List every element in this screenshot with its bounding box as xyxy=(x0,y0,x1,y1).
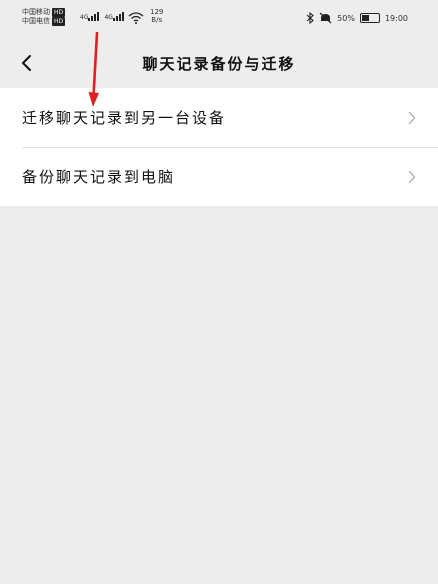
mute-icon xyxy=(319,12,332,24)
carrier-info: 中国移动 HD 中国电信 HD xyxy=(22,8,66,26)
signal-icon: 4G 4G xyxy=(80,12,124,21)
battery-level xyxy=(361,15,369,21)
bluetooth-icon xyxy=(306,12,314,24)
wifi-icon xyxy=(128,12,144,24)
status-right: 50% 19:00 xyxy=(306,12,408,24)
options-list: 迁移聊天记录到另一台设备 备份聊天记录到电脑 xyxy=(0,88,438,206)
network-type-2: 4G xyxy=(104,14,113,21)
backup-to-computer-item[interactable]: 备份聊天记录到电脑 xyxy=(0,147,438,206)
chevron-left-icon[interactable] xyxy=(20,53,34,73)
chevron-right-icon xyxy=(408,111,416,125)
migrate-chat-history-label: 迁移聊天记录到另一台设备 xyxy=(22,109,227,127)
hd-badge-1: HD xyxy=(52,8,66,17)
migrate-chat-history-item[interactable]: 迁移聊天记录到另一台设备 xyxy=(0,88,438,147)
hd-badge-2: HD xyxy=(52,17,66,26)
backup-to-computer-label: 备份聊天记录到电脑 xyxy=(22,168,176,186)
carrier-2-label: 中国电信 xyxy=(22,17,50,25)
network-type-1: 4G xyxy=(80,14,89,21)
battery-percent: 50% xyxy=(337,13,355,23)
annotation-arrow xyxy=(88,32,99,107)
page-title: 聊天记录备份与迁移 xyxy=(142,54,296,73)
battery-icon xyxy=(359,13,380,23)
net-speed: 129 B/s xyxy=(150,8,163,24)
net-speed-unit: B/s xyxy=(151,16,163,24)
status-bar: 中国移动 HD 中国电信 HD 4G 4G 129 B/s 50% 19:00 xyxy=(0,0,438,40)
status-time: 19:00 xyxy=(384,13,408,23)
nav-bar: 聊天记录备份与迁移 xyxy=(0,40,438,86)
net-speed-value: 129 xyxy=(150,8,164,16)
chevron-right-icon xyxy=(408,170,416,184)
carrier-1-label: 中国移动 xyxy=(22,8,50,16)
